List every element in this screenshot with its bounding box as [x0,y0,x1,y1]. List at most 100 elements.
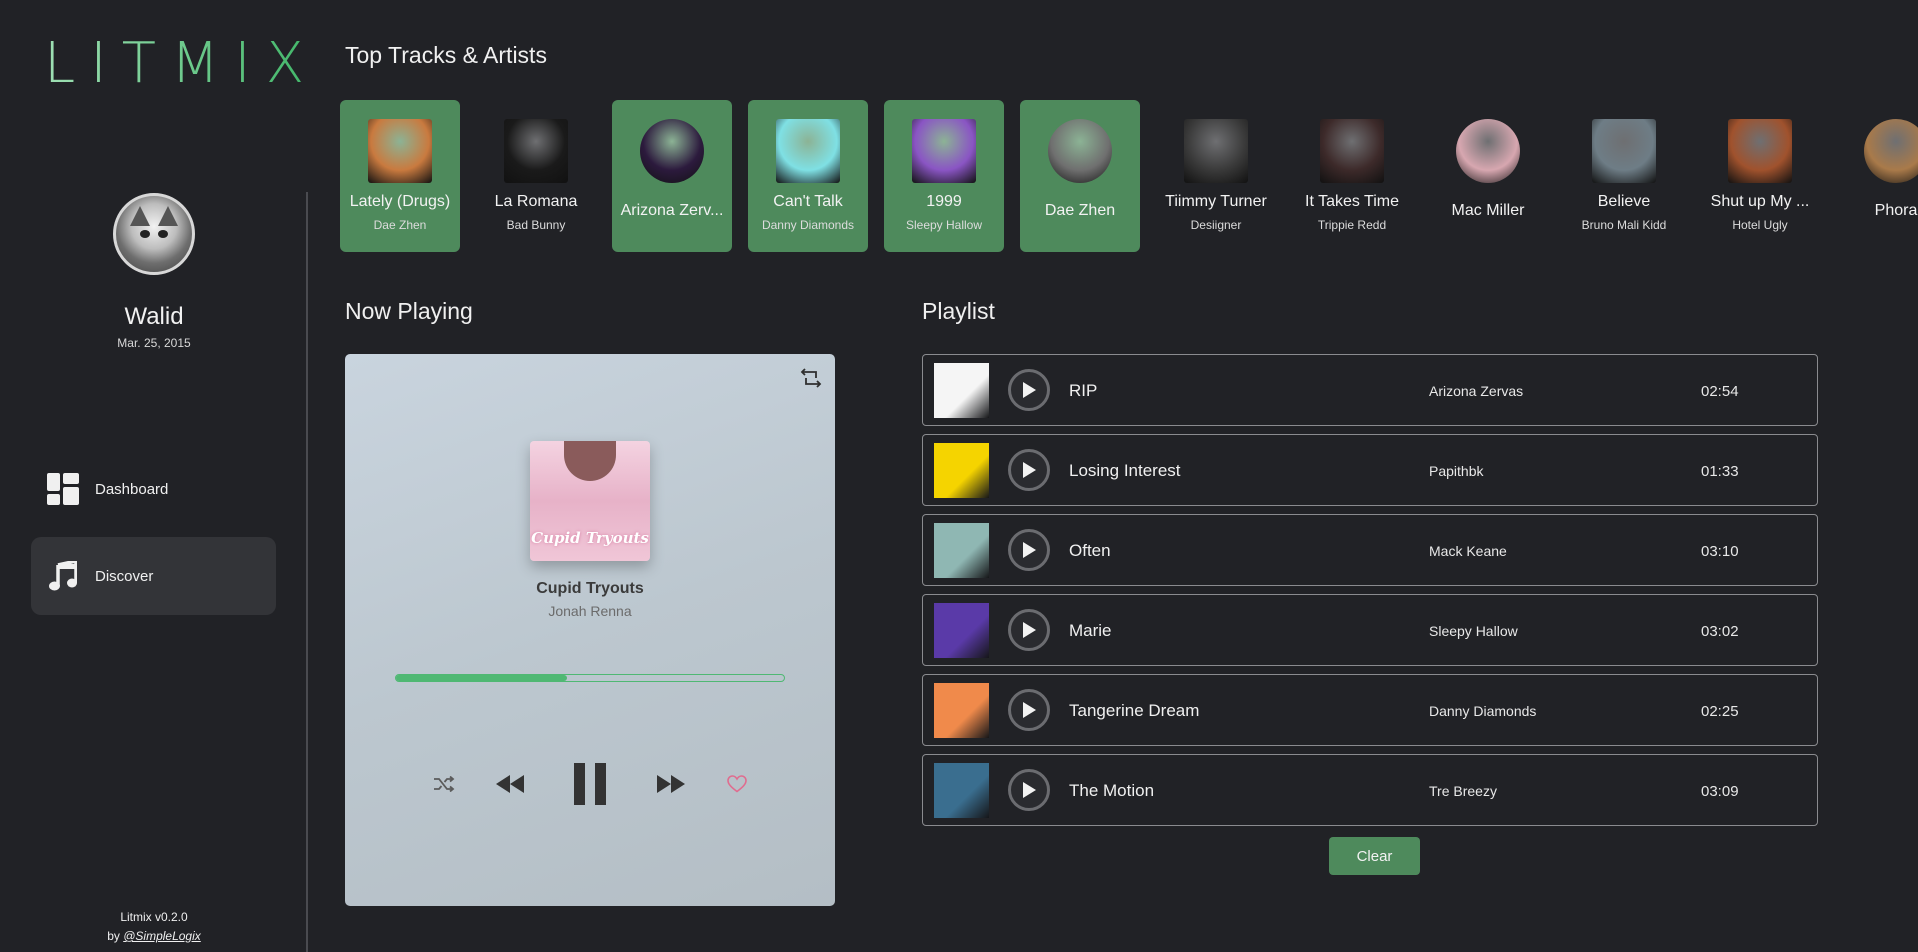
top-item-title: Tiimmy Turner [1165,193,1267,210]
user-name: Walid [124,303,184,330]
playlist-track-artist: Sleepy Hallow [1429,623,1518,639]
playlist-track-title: Marie [1069,621,1112,640]
play-icon[interactable] [1008,529,1050,571]
top-item-artist: Bad Bunny [506,218,566,232]
playlist-row[interactable]: Losing Interest Papithbk 01:33 [922,434,1818,506]
clear-button[interactable]: Clear [1329,837,1420,875]
playlist-row[interactable]: RIP Arizona Zervas 02:54 [922,354,1818,426]
progress-fill [396,675,567,681]
playlist-track-duration: 02:54 [1701,383,1739,400]
playlist-track-title: Tangerine Dream [1069,701,1200,720]
top-item-card[interactable]: Tiimmy Turner Desiigner [1156,100,1276,252]
by-prefix: by [107,929,124,943]
repeat-icon[interactable] [799,366,823,390]
playlist-track-artist: Tre Breezy [1429,783,1497,799]
playlist-track-title: Often [1069,541,1111,560]
progress-bar[interactable] [395,674,785,682]
top-item-card[interactable]: 1999 Sleepy Hallow [884,100,1004,252]
playlist-row[interactable]: Marie Sleepy Hallow 03:02 [922,594,1818,666]
track-artwork [1592,119,1656,183]
top-item-title: Lately (Drugs) [349,193,451,210]
album-cover-text: Cupid Tryouts [531,529,649,547]
nav-item-dashboard[interactable]: Dashboard [31,450,276,528]
top-item-artist: Hotel Ugly [1732,218,1788,232]
track-artwork [776,119,840,183]
play-icon[interactable] [1008,449,1050,491]
pause-icon[interactable] [570,754,610,814]
top-item-artist: Trippie Redd [1317,218,1387,232]
track-artwork [912,119,976,183]
play-icon[interactable] [1008,769,1050,811]
top-item-artist: Dae Zhen [373,218,427,232]
sidebar-divider [306,192,308,952]
top-item-card[interactable]: Mac Miller [1428,100,1548,252]
top-tracks-row: Lately (Drugs) Dae Zhen La Romana Bad Bunny… [340,100,1918,252]
playlist-row[interactable]: Tangerine Dream Danny Diamonds 02:25 [922,674,1818,746]
playlist-row[interactable]: Often Mack Keane 03:10 [922,514,1818,586]
author-link[interactable]: @SimpleLogix [123,929,201,943]
top-item-title: Can't Talk [773,193,843,210]
nav-label-dashboard: Dashboard [95,480,169,498]
playlist-thumbnail [934,763,989,818]
top-item-artist: Desiigner [1190,218,1242,232]
track-artwork [504,119,568,183]
playlist-track-duration: 02:25 [1701,703,1739,720]
play-icon[interactable] [1008,369,1050,411]
song-artist: Jonah Renna [548,603,632,619]
top-item-card[interactable]: Believe Bruno Mali Kidd [1564,100,1684,252]
playlist-track-artist: Arizona Zervas [1429,383,1524,399]
player-card: Cupid Tryouts Cupid Tryouts Jonah Renna [345,354,835,906]
top-item-artist: Bruno Mali Kidd [1581,218,1667,232]
version-info: Litmix v0.2.0 by @SimpleLogix [0,908,308,946]
user-date: Mar. 25, 2015 [117,336,191,350]
music-note-icon [47,560,79,592]
top-item-artist: Danny Diamonds [761,218,855,232]
track-artwork [1184,119,1248,183]
dashboard-icon [47,473,79,505]
playlist-track-artist: Mack Keane [1429,543,1507,559]
avatar [113,193,195,275]
artist-image [1048,119,1112,183]
playlist-track-duration: 03:09 [1701,783,1739,800]
top-item-card[interactable]: Dae Zhen [1020,100,1140,252]
track-artwork [1320,119,1384,183]
artist-image [1456,119,1520,183]
top-item-title: Arizona Zerv... [620,202,724,219]
track-artwork [1728,119,1792,183]
rewind-icon[interactable] [493,754,527,814]
shuffle-icon[interactable] [429,754,459,814]
play-icon[interactable] [1008,609,1050,651]
playlist-title: Playlist [922,298,995,324]
album-cover: Cupid Tryouts [530,441,650,561]
playlist-row[interactable]: The Motion Tre Breezy 03:09 [922,754,1818,826]
top-item-card[interactable]: Lately (Drugs) Dae Zhen [340,100,460,252]
track-artwork [368,119,432,183]
top-item-card[interactable]: Arizona Zerv... [612,100,732,252]
top-item-artist: Sleepy Hallow [905,218,983,232]
top-item-title: Mac Miller [1451,202,1525,219]
app-root: LITMIX Walid Mar. 25, 2015 Dashboard Dis… [0,0,1918,952]
top-item-title: Phora [1874,202,1918,219]
nav-item-discover[interactable]: Discover [31,537,276,615]
top-item-card[interactable]: La Romana Bad Bunny [476,100,596,252]
playlist-thumbnail [934,603,989,658]
sidebar: LITMIX Walid Mar. 25, 2015 Dashboard Dis… [0,0,308,952]
nav-label-discover: Discover [95,567,154,585]
top-item-card[interactable]: It Takes Time Trippie Redd [1292,100,1412,252]
fast-forward-icon[interactable] [654,754,688,814]
top-item-card[interactable]: Phora [1836,100,1918,252]
song-title: Cupid Tryouts [536,580,644,597]
heart-icon[interactable] [722,754,752,814]
playlist-track-title: Losing Interest [1069,461,1181,480]
player-controls [345,754,835,814]
playlist-track-artist: Danny Diamonds [1429,703,1537,719]
top-tracks-title: Top Tracks & Artists [345,42,547,68]
top-item-card[interactable]: Shut up My ... Hotel Ugly [1700,100,1820,252]
top-item-card[interactable]: Can't Talk Danny Diamonds [748,100,868,252]
playlist-track-title: RIP [1069,381,1098,400]
top-item-title: La Romana [494,193,578,210]
playlist-thumbnail [934,443,989,498]
play-icon[interactable] [1008,689,1050,731]
playlist-thumbnail [934,363,989,418]
now-playing-title: Now Playing [345,298,473,324]
